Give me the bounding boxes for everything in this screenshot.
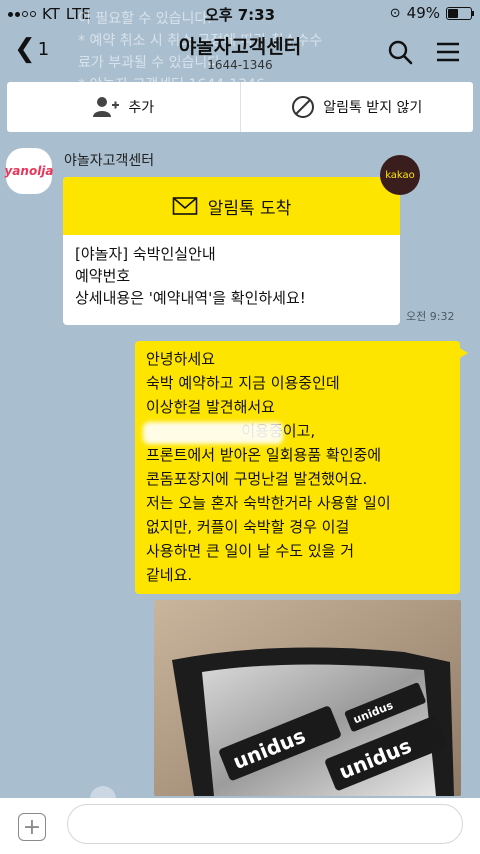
condom-package-photo: unidus unidus unidus xyxy=(154,600,461,796)
alimtalk-card-header: 알림톡 도착 xyxy=(63,177,400,235)
search-icon[interactable] xyxy=(386,38,414,66)
message-input[interactable] xyxy=(67,804,463,844)
add-friend-button[interactable]: 추가 xyxy=(7,82,240,132)
channel-action-bar: 추가 알림톡 받지 않기 xyxy=(7,82,473,132)
status-bar: KT LTE 오후 7:33 ⊙ 49% xyxy=(0,0,480,28)
block-notifications-button[interactable]: 알림톡 받지 않기 xyxy=(239,82,474,132)
sender-name: 야놀자고객센터 xyxy=(64,153,155,169)
message-timestamp: 오전 9:32 xyxy=(406,310,455,323)
avatar-logo-text: yanolja xyxy=(4,164,54,178)
user-message-text: 안녕하세요 숙박 예약하고 지금 이용중인데 이상한걸 발견해서요 이용중이고,… xyxy=(146,350,391,584)
kakao-badge: kakao xyxy=(380,155,420,195)
block-icon xyxy=(292,96,315,118)
alimtalk-line: [야놀자] 숙박인실안내 xyxy=(75,245,216,263)
alimtalk-card-title: 알림톡 도착 xyxy=(207,198,292,219)
plus-icon[interactable]: + xyxy=(18,813,46,841)
redacted-region xyxy=(143,422,283,444)
user-message-bubble[interactable]: 안녕하세요 숙박 예약하고 지금 이용중인데 이상한걸 발견해서요 이용중이고,… xyxy=(135,341,468,594)
block-notifications-label: 알림톡 받지 않기 xyxy=(323,100,423,116)
status-right: ⊙ 49% xyxy=(389,4,474,22)
battery-icon xyxy=(446,6,474,20)
alimtalk-card[interactable]: 알림톡 도착 [야놀자] 숙박인실안내 예약번호 상세내용은 '예약내역'을 확… xyxy=(63,177,400,325)
menu-icon[interactable] xyxy=(434,38,462,66)
alimtalk-card-body: [야놀자] 숙박인실안내 예약번호 상세내용은 '예약내역'을 확인하세요! xyxy=(63,235,400,317)
photo-message[interactable]: unidus unidus unidus xyxy=(154,600,461,796)
message-input-bar: + xyxy=(0,798,480,854)
rotation-lock-icon: ⊙ xyxy=(389,5,401,21)
sender-avatar[interactable]: yanolja xyxy=(4,148,54,194)
alimtalk-line: 상세내용은 '예약내역'을 확인하세요! xyxy=(75,289,306,307)
add-person-icon xyxy=(93,97,120,117)
alimtalk-line: 예약번호 xyxy=(75,267,131,285)
add-friend-label: 추가 xyxy=(128,100,155,116)
chat-header: ❮ 1 야놀자고객센터 1644-1346 xyxy=(0,28,480,80)
envelope-icon xyxy=(172,197,197,215)
battery-percent: 49% xyxy=(406,4,440,22)
battery-fill xyxy=(448,8,458,18)
